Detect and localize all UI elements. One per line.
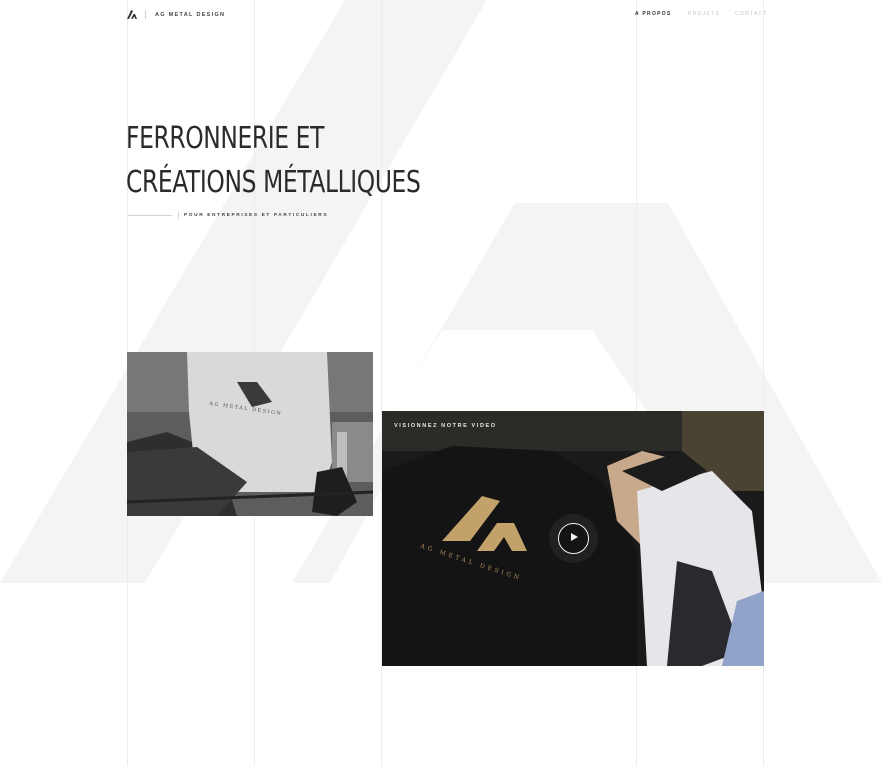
title-line-1: FERRONNERIE ET (126, 121, 324, 156)
nav-link-projets[interactable]: PROJETS (688, 11, 720, 17)
play-icon (571, 533, 578, 541)
video-label: VISIONNEZ NOTRE VIDEO (394, 423, 497, 429)
workshop-photo-image (127, 352, 373, 516)
video-player[interactable]: AG METAL DESIGN VISIONNEZ NOTRE VIDEO (382, 411, 764, 666)
play-button[interactable] (558, 523, 589, 554)
subtitle-text: POUR ENTREPRISES ET PARTICULIERS (184, 213, 329, 218)
workshop-photo: AG METAL DESIGN (127, 352, 373, 516)
subtitle-divider (178, 212, 179, 219)
nav-link-a-propos[interactable]: A PROPOS (635, 11, 672, 17)
nav-link-contact[interactable]: CONTACT (735, 11, 768, 17)
brand-logo[interactable]: AG METAL DESIGN (127, 10, 225, 19)
site-header: AG METAL DESIGN A PROPOS PROJETS CONTACT (0, 0, 882, 30)
hero-subtitle: POUR ENTREPRISES ET PARTICULIERS (128, 212, 328, 219)
ag-monogram-icon (127, 10, 137, 19)
title-line-2: CRÉATIONS MÉTALLIQUES (126, 165, 421, 200)
brand-name: AG METAL DESIGN (155, 11, 226, 18)
page-title: FERRONNERIE ET CRÉATIONS MÉTALLIQUES (126, 117, 421, 205)
logo-divider (145, 10, 146, 19)
subtitle-rule (128, 215, 172, 216)
hero: FERRONNERIE ET CRÉATIONS MÉTALLIQUES (126, 117, 503, 205)
